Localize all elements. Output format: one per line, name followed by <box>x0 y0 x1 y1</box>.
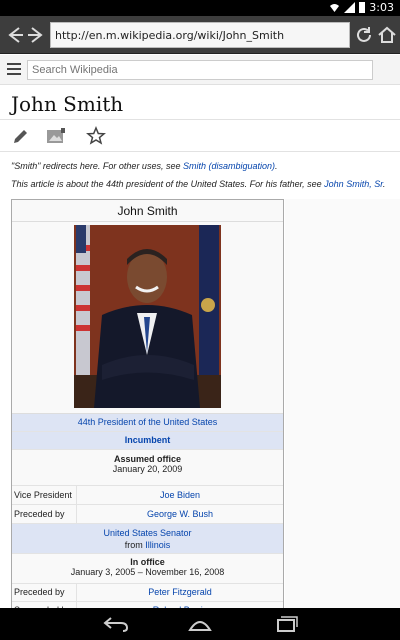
wiki-header <box>0 55 400 85</box>
assumed-office-row: Assumed office January 20, 2009 <box>12 450 283 486</box>
menu-icon[interactable] <box>7 63 21 75</box>
hatnote-text: "Smith" redirects here. For other uses, … <box>11 161 183 171</box>
preceded-by-label-2: Preceded by <box>12 584 77 601</box>
divider <box>0 119 400 120</box>
home-nav-icon[interactable] <box>187 616 213 632</box>
vice-president-value[interactable]: Joe Biden <box>77 486 283 504</box>
clock: 3:03 <box>369 1 394 14</box>
content-side-panel <box>285 199 400 609</box>
home-icon[interactable] <box>376 24 398 46</box>
back-nav-icon[interactable] <box>103 616 129 632</box>
portrait-container <box>12 222 283 414</box>
in-office-row: In office January 3, 2005 – November 16,… <box>12 554 283 584</box>
signal-icon <box>344 2 356 13</box>
divider <box>0 151 400 152</box>
page-title: John Smith <box>11 92 124 116</box>
portrait-image[interactable] <box>74 225 221 408</box>
from-text: from <box>124 540 146 550</box>
father-link[interactable]: John Smith, Sr <box>324 179 383 189</box>
search-input[interactable] <box>27 60 373 80</box>
forward-icon[interactable] <box>25 24 47 46</box>
hatnote-text: This article is about the 44th president… <box>11 179 325 189</box>
edit-pencil-icon[interactable] <box>11 126 31 146</box>
hatnote-about: This article is about the 44th president… <box>11 179 385 189</box>
wifi-icon <box>330 4 340 12</box>
infobox-title: John Smith <box>12 200 283 222</box>
preceded-by-value-2[interactable]: Peter Fitzgerald <box>77 584 283 601</box>
infobox: John Smith 44th President of the United … <box>11 199 284 621</box>
url-field[interactable]: http://en.m.wikipedia.org/wiki/John_Smit… <box>50 22 350 48</box>
back-icon[interactable] <box>4 24 26 46</box>
incumbent-label[interactable]: Incumbent <box>12 432 283 450</box>
refresh-icon[interactable] <box>353 24 375 46</box>
in-office-dates: January 3, 2005 – November 16, 2008 <box>70 567 225 577</box>
senator-state-line: from Illinois <box>12 539 283 551</box>
star-icon[interactable] <box>86 126 106 146</box>
office-title-president[interactable]: 44th President of the United States <box>12 414 283 432</box>
state-link[interactable]: Illinois <box>145 540 170 550</box>
upload-image-icon[interactable] <box>46 126 66 146</box>
preceded-by-label: Preceded by <box>12 505 77 523</box>
vice-president-label[interactable]: Vice President <box>12 486 77 504</box>
office-title-senator: United States Senator from Illinois <box>12 524 283 554</box>
vice-president-row: Vice President Joe Biden <box>12 486 283 505</box>
disambiguation-link[interactable]: Smith (disambiguation) <box>183 161 275 171</box>
hatnote-punct: . <box>275 161 278 171</box>
recents-nav-icon[interactable] <box>273 616 299 632</box>
hatnote-redirect: "Smith" redirects here. For other uses, … <box>11 161 278 171</box>
system-nav-bar <box>0 608 400 640</box>
preceded-by-row: Preceded by George W. Bush <box>12 505 283 524</box>
senator-title-link[interactable]: United States Senator <box>12 527 283 539</box>
battery-icon <box>359 2 366 13</box>
preceded-by-value[interactable]: George W. Bush <box>77 505 283 523</box>
status-bar: 3:03 <box>0 0 400 16</box>
hatnote-punct: . <box>382 179 386 189</box>
preceded-by-row-2: Preceded by Peter Fitzgerald <box>12 584 283 602</box>
assumed-office-label: Assumed office <box>113 454 182 464</box>
assumed-office-date: January 20, 2009 <box>112 464 183 474</box>
in-office-label: In office <box>130 557 165 567</box>
browser-toolbar: http://en.m.wikipedia.org/wiki/John_Smit… <box>0 16 400 54</box>
